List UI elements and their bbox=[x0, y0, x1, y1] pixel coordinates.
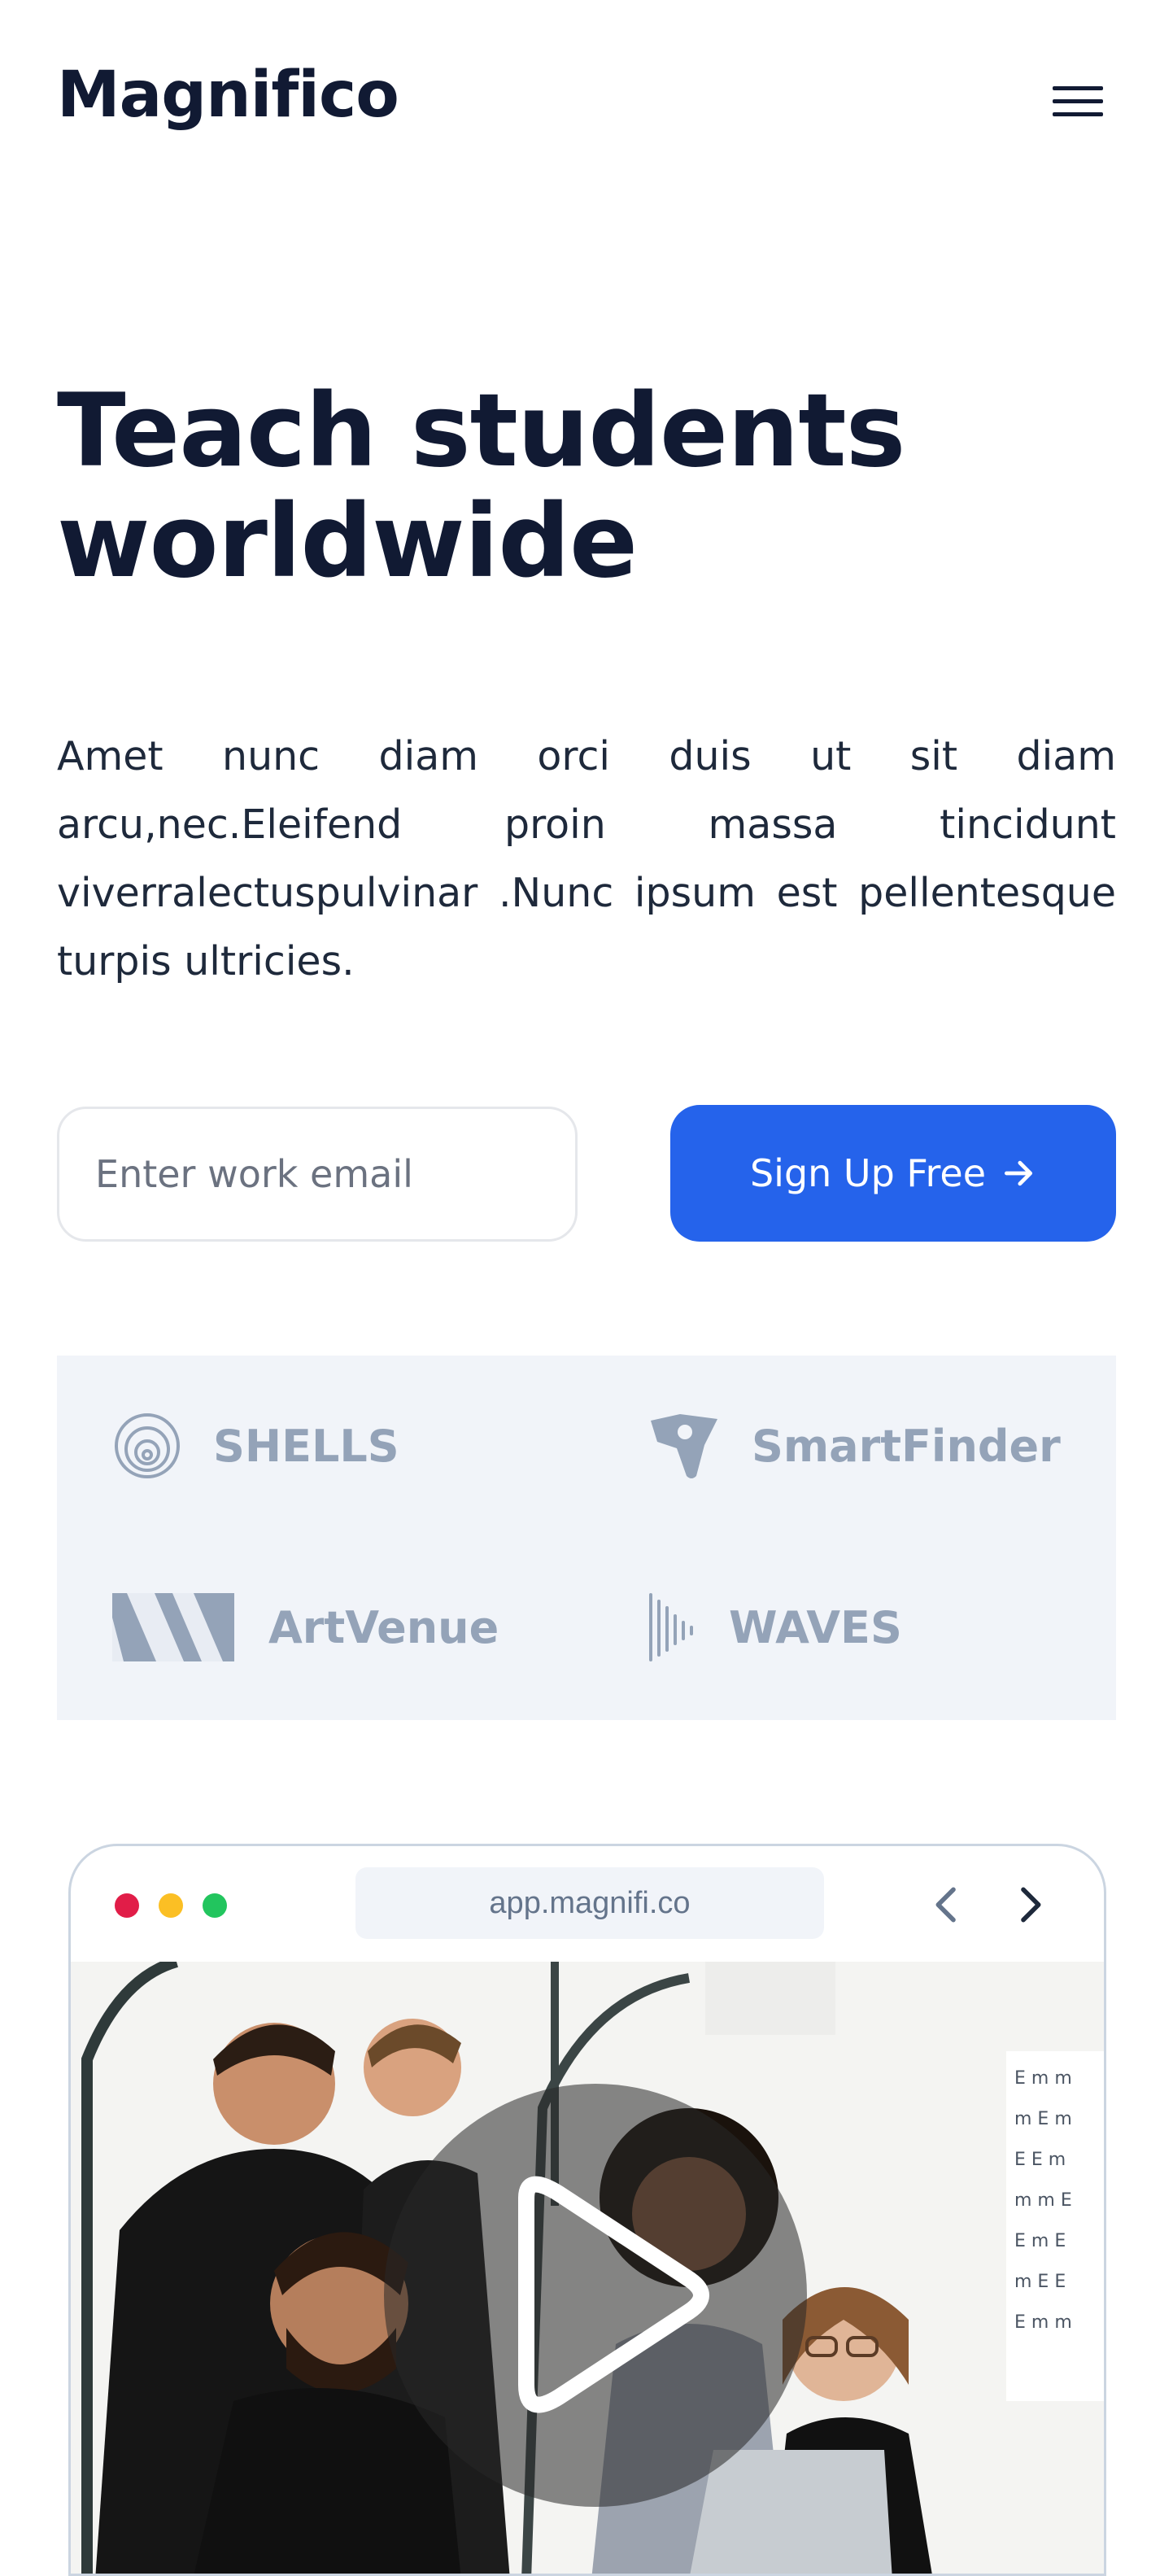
hamburger-menu-icon[interactable] bbox=[1049, 81, 1106, 122]
team-photo-illustration: E m m m E m E E m m m E E m E m E E E m … bbox=[71, 1956, 1104, 2574]
hero-title-line-2: worldwide bbox=[57, 483, 638, 600]
team-photo: E m m m E m E E m m m E E m E m E E E m … bbox=[71, 1956, 1104, 2574]
site-logo[interactable]: Magnifico bbox=[57, 63, 399, 127]
chevron-right-icon[interactable] bbox=[1006, 1882, 1052, 1928]
svg-text:E m m: E m m bbox=[1014, 2312, 1072, 2333]
svg-text:E m E: E m E bbox=[1014, 2231, 1066, 2251]
partner-name: SmartFinder bbox=[752, 1420, 1061, 1472]
hero-title: Teach students worldwide bbox=[57, 376, 1114, 597]
site-header: Magnifico bbox=[0, 0, 1173, 203]
waves-logo-icon bbox=[649, 1593, 693, 1661]
svg-text:m E m: m E m bbox=[1014, 2109, 1072, 2129]
partner-shells: SHELLS bbox=[112, 1411, 399, 1481]
hero-description: Amet nunc diam orci duis ut sit diam arc… bbox=[57, 733, 1116, 985]
shells-logo-icon bbox=[115, 1413, 180, 1478]
minimize-window-dot bbox=[159, 1893, 183, 1918]
partner-waves: WAVES bbox=[648, 1593, 902, 1661]
hero-title-line-1: Teach students bbox=[57, 373, 905, 490]
svg-text:E E m: E E m bbox=[1014, 2150, 1066, 2170]
partner-smartfinder: SmartFinder bbox=[648, 1411, 1061, 1481]
sign-up-button-label: Sign Up Free bbox=[749, 1151, 987, 1195]
svg-text:E m m: E m m bbox=[1014, 2068, 1072, 2089]
partner-name: WAVES bbox=[729, 1601, 902, 1653]
sign-up-button[interactable]: Sign Up Free bbox=[670, 1105, 1116, 1242]
partner-name: ArtVenue bbox=[268, 1601, 499, 1653]
partner-artvenue: ArtVenue bbox=[112, 1593, 499, 1661]
smartfinder-logo-icon bbox=[651, 1414, 717, 1478]
close-window-dot bbox=[115, 1893, 139, 1918]
browser-preview: app.magnifi.co E m m m E m E E m m m E E… bbox=[68, 1844, 1106, 2576]
browser-url-bar[interactable]: app.magnifi.co bbox=[355, 1867, 824, 1939]
email-input[interactable] bbox=[57, 1107, 578, 1242]
artvenue-logo-icon bbox=[112, 1593, 234, 1661]
chevron-left-icon[interactable] bbox=[925, 1882, 970, 1928]
svg-text:m E E: m E E bbox=[1014, 2272, 1066, 2292]
maximize-window-dot bbox=[203, 1893, 227, 1918]
arrow-right-icon bbox=[1004, 1160, 1033, 1186]
svg-text:m m E: m m E bbox=[1014, 2190, 1072, 2211]
partner-logos: SHELLS SmartFinder ArtVenue WAVES bbox=[57, 1356, 1116, 1720]
partner-name: SHELLS bbox=[213, 1420, 399, 1472]
